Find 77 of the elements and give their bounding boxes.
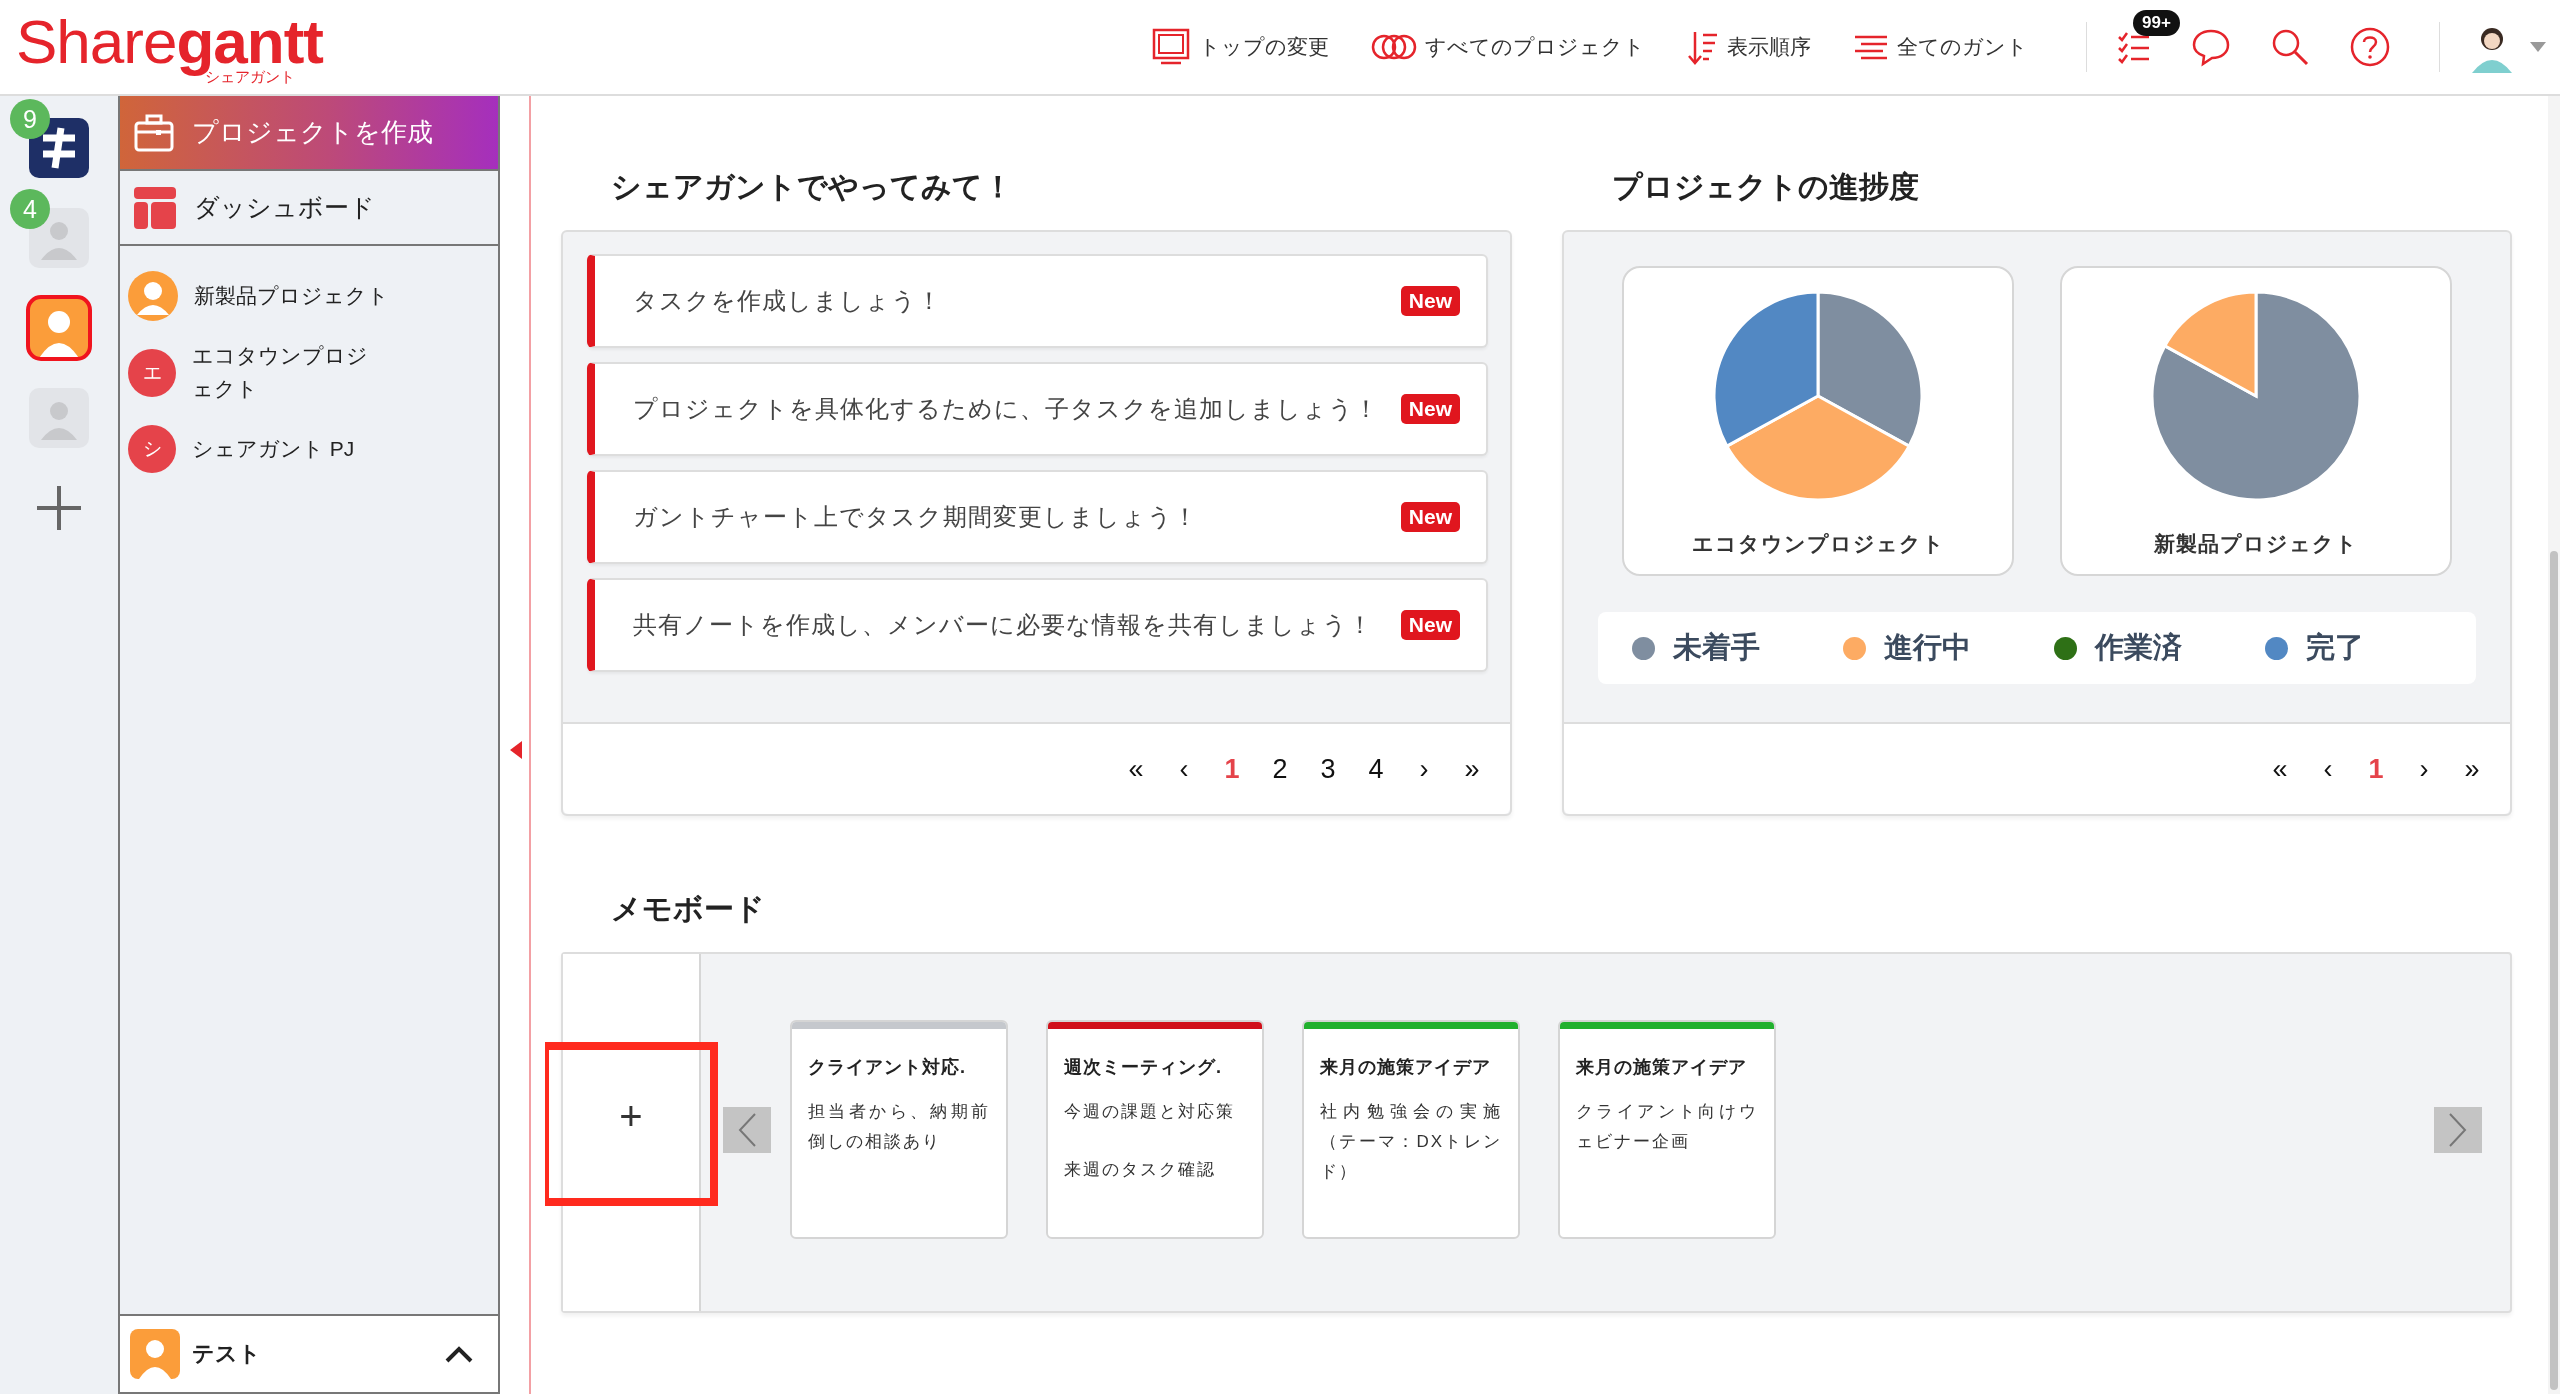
scrollbar-thumb[interactable] [2550,551,2558,1390]
user-name: テスト [192,1340,262,1368]
chevron-right-icon [2448,1112,2468,1148]
monitor-icon [1151,27,1191,67]
section-title: シェアガントでやってみて！ [611,169,1014,205]
collapse-arrow-icon[interactable] [510,741,522,759]
chevron-left-icon [737,1112,757,1148]
page-link[interactable]: ‹ [2308,749,2348,789]
new-badge: New [1400,394,1460,424]
memo-title: 来月の施策アイデア [1320,1056,1492,1079]
memo-card[interactable]: 週次ミーティング. 今週の課題と対応策 来週のタスク確認 [1046,1020,1264,1239]
add-icon [34,483,84,533]
chart-title: エコタウンプロジェクト [1691,531,1945,557]
memo-text: クライアント向けウェビナー企画 [1576,1101,1758,1153]
help-icon[interactable] [2349,26,2391,68]
project-avatar [128,271,178,321]
memo-text: 来週のタスク確認 [1064,1158,1217,1181]
section-title: メモボード [611,891,766,927]
legend-label: 未着手 [1673,630,1760,665]
task-suggestion[interactable]: タスクを作成しましょう！ New [587,254,1488,348]
nav-button[interactable]: 表示順序 [1683,25,1815,69]
sort-icon [1687,29,1719,65]
search-icon[interactable] [2271,28,2309,66]
scroll-left-button[interactable] [723,1107,771,1153]
page-link[interactable]: » [2452,749,2492,789]
notification-badge: 99+ [2133,10,2180,36]
memo-card[interactable]: 来月の施策アイデア 社内勉強会の実施（テーマ：DXトレンド） [1302,1020,1520,1239]
page-link[interactable]: › [1404,749,1444,789]
caret-down-icon[interactable] [2530,42,2546,52]
dashboard-icon [134,186,176,229]
chat-icon[interactable] [2191,27,2231,67]
memo-title: 週次ミーティング. [1064,1056,1223,1079]
create-project-button[interactable]: プロジェクトを作成 [120,96,498,171]
page-link[interactable]: 4 [1356,749,1396,789]
memo-title: 来月の施策アイデア [1576,1056,1748,1079]
new-badge: New [1400,286,1460,316]
project-link[interactable]: シ シェアガント PJ [120,413,498,486]
nav-button[interactable]: すべてのプロジェクト [1367,25,1649,69]
section-title: プロジェクトの進捗度 [1612,169,1920,205]
page-link[interactable]: 3 [1308,749,1348,789]
project-initial-avatar: エ [128,348,176,397]
task-suggestion[interactable]: プロジェクトを具体化するために、子タスクを追加しましょう！ New [587,362,1488,456]
page-link[interactable]: » [1452,749,1492,789]
page-link[interactable]: 1 [2356,749,2396,789]
project-avatar [29,298,89,358]
memo-card[interactable]: 来月の施策アイデア クライアント向けウェビナー企画 [1558,1020,1776,1239]
legend-label: 進行中 [1884,630,1971,665]
chart-title: 新製品プロジェクト [2154,531,2358,557]
nav-button[interactable]: トップの変更 [1147,23,1333,71]
count-badge: 4 [10,189,50,229]
rail-item[interactable] [29,298,89,358]
page-link[interactable]: « [1116,749,1156,789]
page-link[interactable]: « [2260,749,2300,789]
memo-text: 担当者から、納期前倒しの相談あり [808,1101,990,1153]
memo-text: 社内勉強会の実施（テーマ：DXトレンド） [1320,1101,1502,1183]
memo-title: クライアント対応. [808,1056,967,1079]
page-link[interactable]: 1 [1212,749,1252,789]
project-initial-avatar: シ [128,425,176,474]
legend-label: 作業済 [2095,630,2182,665]
new-badge: New [1400,502,1460,532]
project-link[interactable]: エ エコタウンプロジェクト [120,332,498,414]
legend-label: 完了 [2306,630,2364,665]
memo-card[interactable]: クライアント対応. 担当者から、納期前倒しの相談あり [790,1020,1008,1239]
page-link[interactable]: ‹ [1164,749,1204,789]
memo-text: 今週の課題と対応策 [1064,1101,1236,1123]
task-suggestion[interactable]: 共有ノートを作成し、メンバーに必要な情報を共有しましょう！ New [587,578,1488,672]
scroll-right-button[interactable] [2434,1107,2482,1153]
nav-button[interactable]: 全てのガント [1849,27,2032,67]
person-avatar [29,388,89,448]
count-badge: 9 [10,99,50,139]
page-link[interactable]: › [2404,749,2444,789]
page-link[interactable]: 2 [1260,749,1300,789]
task-suggestion[interactable]: ガントチャート上でタスク期間変更しましょう！ New [587,470,1488,564]
briefcase-icon [134,113,174,152]
project-link[interactable]: 新製品プロジェクト [120,260,498,332]
user-avatar [130,1329,180,1379]
new-badge: New [1400,610,1460,640]
